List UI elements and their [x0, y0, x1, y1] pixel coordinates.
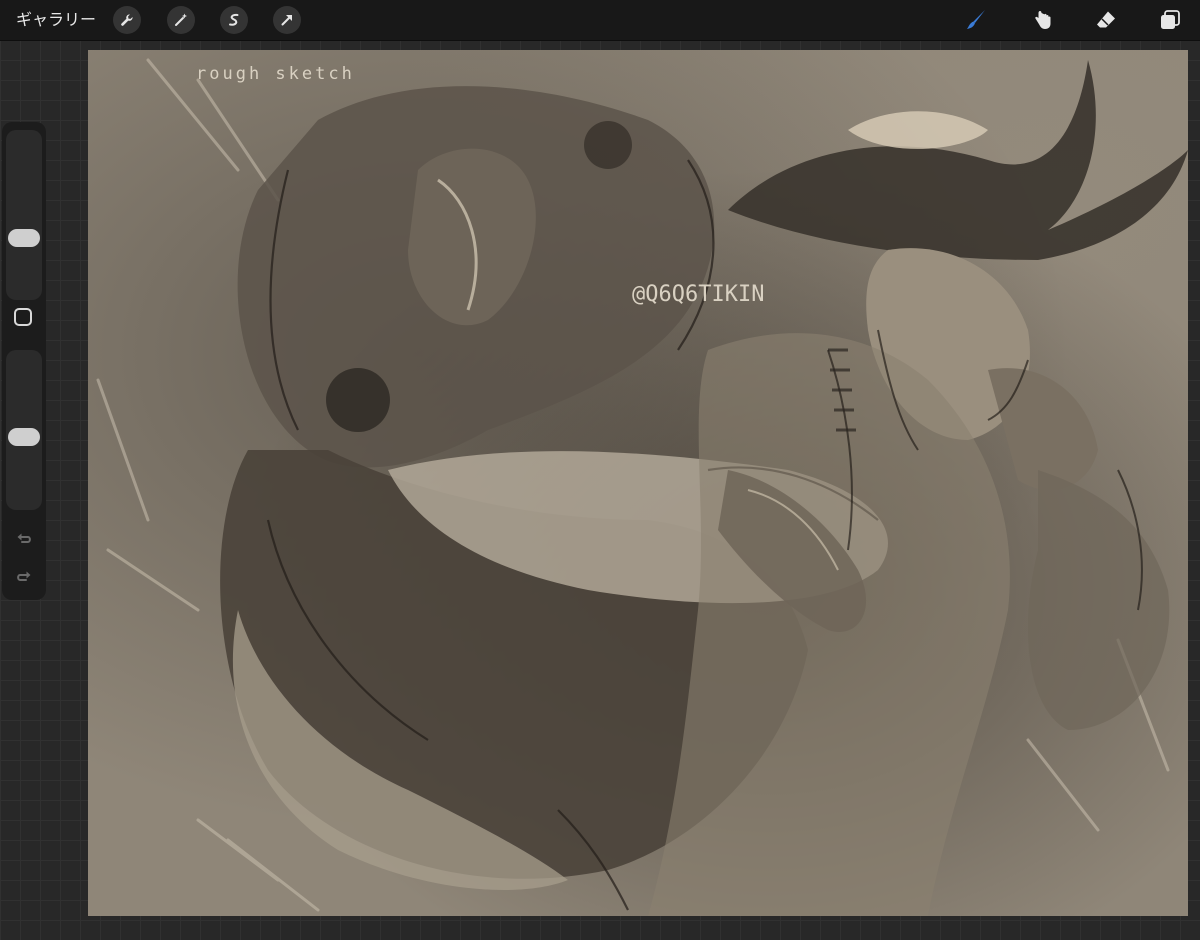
- drawing-canvas[interactable]: rough sketch @Q6Q6TIKIN: [88, 50, 1188, 916]
- watermark-handle: @Q6Q6TIKIN: [632, 282, 765, 307]
- adjustments-button[interactable]: [167, 6, 195, 34]
- undo-icon[interactable]: [14, 530, 34, 550]
- left-sidebar: [2, 122, 46, 600]
- brush-size-slider[interactable]: [6, 130, 42, 300]
- eraser-button[interactable]: [1092, 6, 1120, 34]
- smudge-button[interactable]: [1029, 6, 1057, 34]
- top-toolbar: ギャラリー: [0, 0, 1200, 41]
- gallery-button[interactable]: ギャラリー: [16, 9, 96, 31]
- layers-button[interactable]: [1156, 6, 1184, 34]
- eraser-icon: [1097, 11, 1115, 28]
- opacity-slider[interactable]: [6, 350, 42, 510]
- selection-icon: [229, 13, 239, 26]
- transform-arrow-icon: [281, 15, 292, 26]
- transform-button[interactable]: [273, 6, 301, 34]
- layers-icon: [1161, 10, 1180, 29]
- selection-button[interactable]: [220, 6, 248, 34]
- sketch-artwork: [96, 58, 1188, 916]
- brush-size-thumb[interactable]: [8, 229, 40, 247]
- rough-sketch-label: rough sketch: [196, 64, 355, 84]
- wrench-icon: [121, 14, 133, 26]
- modify-button[interactable]: [14, 308, 32, 326]
- brush-button[interactable]: [962, 6, 990, 34]
- opacity-thumb[interactable]: [8, 428, 40, 446]
- redo-icon[interactable]: [14, 568, 34, 588]
- smudge-icon: [1035, 11, 1051, 29]
- magic-wand-icon: [175, 13, 187, 26]
- actions-button[interactable]: [113, 6, 141, 34]
- brush-icon: [967, 10, 985, 29]
